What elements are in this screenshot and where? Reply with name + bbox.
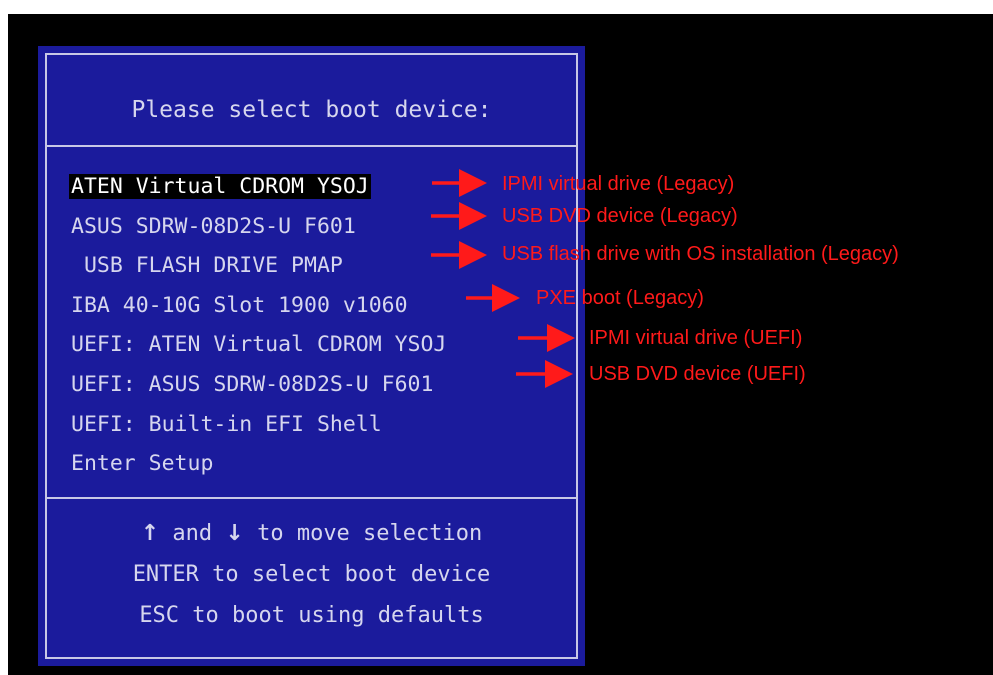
boot-device-item[interactable]: UEFI: ASUS SDRW-08D2S-U F601: [69, 365, 448, 405]
boot-device-list: ATEN Virtual CDROM YSOJ ASUS SDRW-08D2S-…: [69, 167, 448, 484]
boot-menu-frame: Please select boot device: ATEN Virtual …: [45, 53, 578, 659]
title-divider: [47, 145, 576, 147]
up-arrow-icon: ↑: [140, 521, 160, 546]
boot-device-item[interactable]: ASUS SDRW-08D2S-U F601: [69, 207, 448, 247]
help-move-text: to move selection: [243, 521, 483, 546]
boot-device-item[interactable]: USB FLASH DRIVE PMAP: [69, 246, 448, 286]
boot-device-label: USB FLASH DRIVE PMAP: [71, 253, 343, 279]
help-text: ↑ and ↓ to move selection ENTER to selec…: [47, 513, 576, 636]
boot-device-item[interactable]: ATEN Virtual CDROM YSOJ: [69, 167, 448, 207]
boot-device-label: UEFI: ASUS SDRW-08D2S-U F601: [71, 371, 434, 397]
boot-device-label: Enter Setup: [71, 451, 214, 477]
boot-device-item[interactable]: UEFI: ATEN Virtual CDROM YSOJ: [69, 325, 448, 365]
help-line-move: ↑ and ↓ to move selection: [47, 513, 576, 554]
boot-device-item[interactable]: IBA 40-10G Slot 1900 v1060: [69, 286, 448, 326]
enter-setup-item[interactable]: Enter Setup: [69, 444, 448, 484]
help-line-esc: ESC to boot using defaults: [139, 603, 484, 628]
help-and-text: and: [159, 521, 226, 546]
boot-device-label: ATEN Virtual CDROM YSOJ: [69, 174, 371, 199]
boot-device-label: ASUS SDRW-08D2S-U F601: [71, 213, 356, 239]
help-line-enter: ENTER to select boot device: [132, 562, 491, 587]
boot-menu-title: Please select boot device:: [131, 97, 492, 123]
boot-device-label: UEFI: ATEN Virtual CDROM YSOJ: [71, 332, 447, 358]
help-divider: [47, 497, 576, 499]
boot-device-item[interactable]: UEFI: Built-in EFI Shell: [69, 405, 448, 445]
down-arrow-icon: ↓: [225, 521, 244, 546]
boot-device-label: IBA 40-10G Slot 1900 v1060: [71, 292, 408, 318]
boot-device-label: UEFI: Built-in EFI Shell: [71, 411, 382, 437]
boot-menu: Please select boot device: ATEN Virtual …: [38, 46, 585, 666]
